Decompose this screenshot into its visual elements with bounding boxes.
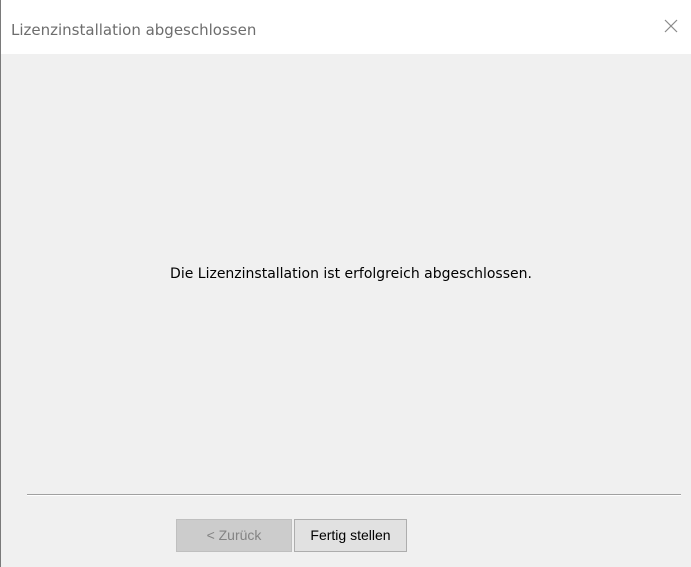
back-button[interactable]: < Zurück xyxy=(176,519,292,552)
dialog-body: Die Lizenzinstallation ist erfolgreich a… xyxy=(1,54,691,567)
separator-line xyxy=(27,494,681,496)
completion-message-text: Die Lizenzinstallation ist erfolgreich a… xyxy=(170,266,532,282)
title-bar: Lizenzinstallation abgeschlossen xyxy=(1,0,691,54)
close-icon xyxy=(664,19,678,33)
close-button[interactable] xyxy=(651,6,691,46)
finish-button[interactable]: Fertig stellen xyxy=(294,519,407,552)
license-complete-dialog: Lizenzinstallation abgeschlossen Die Liz… xyxy=(0,0,691,567)
window-title: Lizenzinstallation abgeschlossen xyxy=(11,21,257,39)
completion-message: Die Lizenzinstallation ist erfolgreich a… xyxy=(1,266,691,282)
